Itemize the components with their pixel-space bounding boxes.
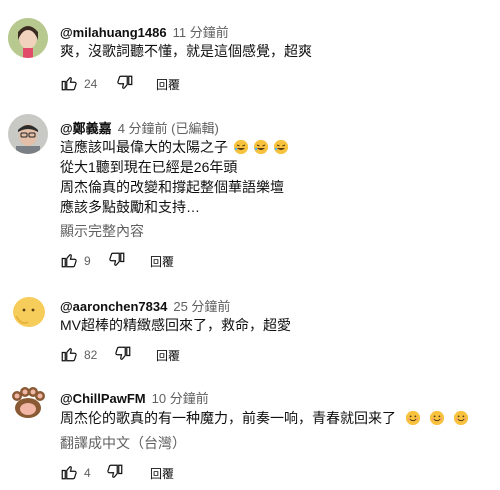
comment-line: 應該多點鼓勵和支持… [60,199,200,215]
comment-text: 爽，沒歌詞聽不懂，就是這個感覺，超爽 [60,41,312,61]
avatar[interactable] [8,292,48,332]
like-count: 82 [84,348,98,362]
comment-line: 周杰伦的歌真的有一种魔力，前奏一响，青春就回来了 [60,410,396,426]
reply-button[interactable]: 回覆 [156,76,180,93]
thumb-up-icon[interactable] [60,251,78,272]
translate-link[interactable]: 翻譯成中文（台灣） [60,433,186,453]
comment-time[interactable]: 25 分鐘前 [173,299,230,314]
comment-text: 這應該叫最偉大的太陽之子 從大1聽到現在已經是26年頭 周杰倫真的改變和撐起整個… [60,137,288,217]
reply-button[interactable]: 回覆 [156,347,180,364]
thumb-up-icon[interactable] [60,74,78,95]
comment-actions: 9 回覆 [60,251,260,271]
comment-author[interactable]: @ChillPawFM [60,391,146,406]
like-count: 24 [84,77,98,91]
comment-actions: 4 回覆 [60,463,260,483]
comment-text: MV超棒的精緻感回來了，救命，超愛 [60,315,291,335]
like-count: 9 [84,254,91,268]
comment-actions: 24 回覆 [60,74,260,94]
comment-author[interactable]: @aaronchen7834 [60,299,167,314]
comment-actions: 82 回覆 [60,345,260,365]
thumb-up-icon[interactable] [60,463,78,484]
smile-emoji-icon [429,411,444,425]
comment-text: 周杰伦的歌真的有一种魔力，前奏一响，青春就回来了 [60,408,468,428]
rolling-laugh-emoji-icon [273,140,288,154]
comment-time[interactable]: 10 分鐘前 [152,391,209,406]
avatar[interactable] [8,384,48,424]
show-more-link[interactable]: 顯示完整內容 [60,221,144,241]
comment-time[interactable]: 11 分鐘前 [173,25,229,40]
thumb-down-icon[interactable] [114,345,132,366]
comment-line: MV超棒的精緻感回來了，救命，超愛 [60,317,291,333]
thumb-down-icon[interactable] [106,463,124,484]
thumb-down-icon[interactable] [108,251,126,272]
comment-author[interactable]: @milahuang1486 [60,25,167,40]
avatar[interactable] [8,114,48,154]
rolling-laugh-emoji-icon [253,140,268,154]
comment-line: 從大1聽到現在已經是26年頭 [60,159,238,175]
thumb-up-icon[interactable] [60,345,78,366]
like-count: 4 [84,466,91,480]
thumb-down-icon[interactable] [116,74,134,95]
reply-button[interactable]: 回覆 [150,253,174,270]
avatar[interactable] [8,18,48,58]
smile-emoji-icon [405,411,420,425]
comment-line: 爽，沒歌詞聽不懂，就是這個感覺，超爽 [60,43,312,59]
comment-time[interactable]: 4 分鐘前 (已編輯) [118,121,219,136]
reply-button[interactable]: 回覆 [150,465,174,482]
rolling-laugh-emoji-icon [233,140,248,154]
smile-emoji-icon [453,411,468,425]
comment-author[interactable]: @鄭義嘉 [60,121,112,136]
comment-line: 這應該叫最偉大的太陽之子 [60,139,228,155]
comment-line: 周杰倫真的改變和撐起整個華語樂壇 [60,179,284,195]
